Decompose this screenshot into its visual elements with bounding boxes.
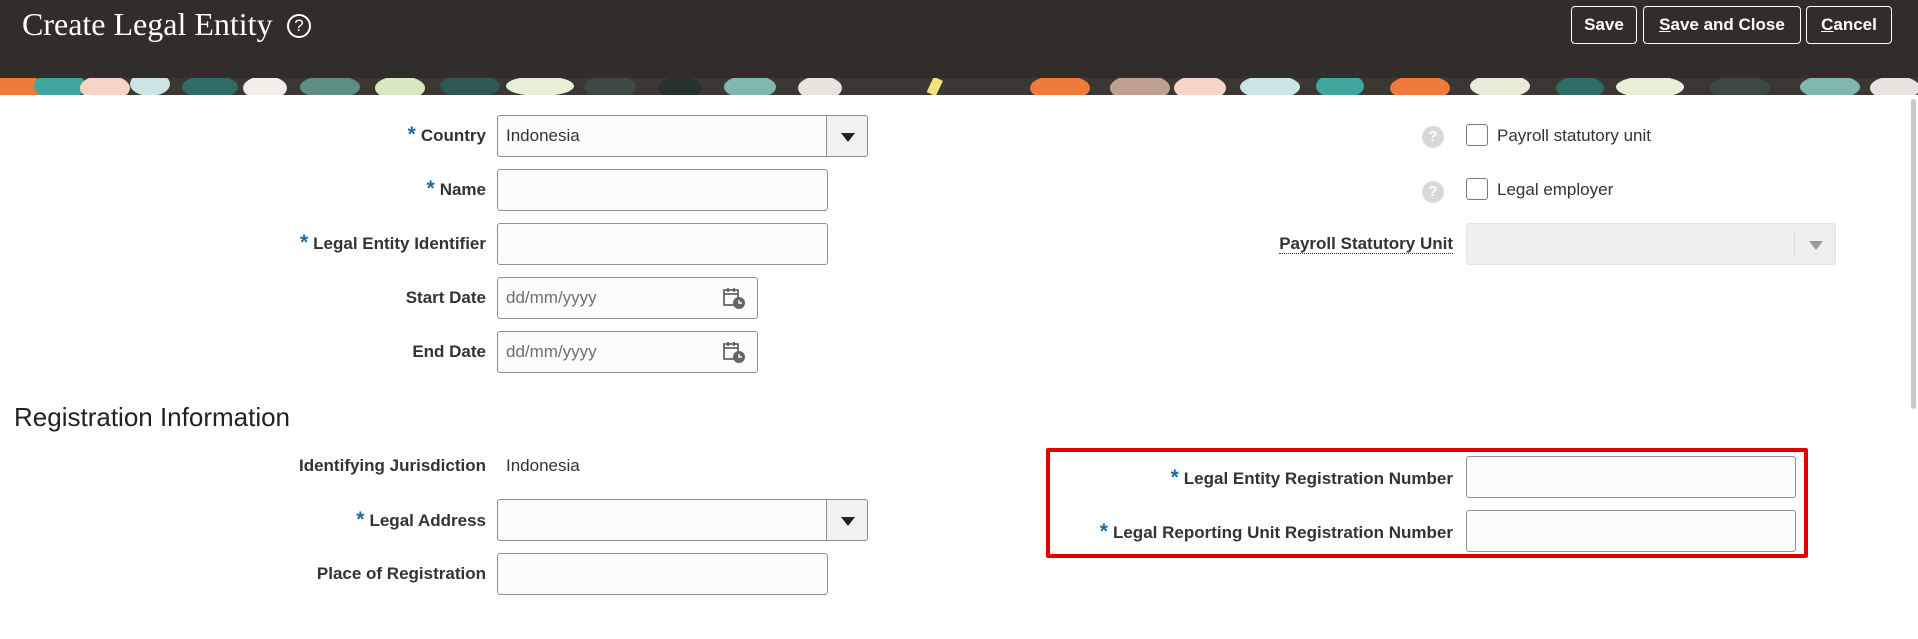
name-input[interactable] bbox=[497, 169, 828, 211]
required-marker: * bbox=[426, 177, 435, 200]
chevron-down-icon[interactable] bbox=[826, 499, 868, 541]
place-of-registration-label: Place of Registration bbox=[316, 564, 486, 583]
legal-entity-identifier-input[interactable] bbox=[497, 223, 828, 265]
legal-reporting-unit-registration-number-label-text: Legal Reporting Unit Registration Number bbox=[1112, 523, 1453, 542]
select-separator bbox=[1794, 230, 1795, 258]
place-of-registration-input[interactable] bbox=[497, 553, 828, 595]
help-icon[interactable]: ? bbox=[287, 14, 311, 38]
payroll-statutory-unit-checkbox-label: Payroll statutory unit bbox=[1497, 126, 1652, 145]
legal-employer-checkbox[interactable] bbox=[1466, 178, 1488, 200]
legal-entity-identifier-label-text: Legal Entity Identifier bbox=[313, 234, 486, 253]
decorative-banner bbox=[0, 78, 1918, 95]
legal-entity-registration-number-label-text: Legal Entity Registration Number bbox=[1183, 469, 1453, 488]
save-and-close-button[interactable]: Save and Close bbox=[1643, 6, 1801, 44]
banner-pattern bbox=[0, 78, 1918, 95]
legal-entity-identifier-label: * Legal Entity Identifier bbox=[300, 231, 486, 255]
save-and-close-label: ave and Close bbox=[1670, 15, 1785, 34]
page-header: Create Legal Entity ? Save Save and Clos… bbox=[0, 0, 1918, 78]
required-marker: * bbox=[407, 123, 416, 146]
save-button[interactable]: Save bbox=[1571, 6, 1637, 44]
calendar-icon[interactable] bbox=[722, 286, 746, 310]
payroll-statutory-unit-label: Payroll Statutory Unit bbox=[1279, 234, 1453, 254]
save-and-close-mnemonic: S bbox=[1659, 15, 1671, 34]
legal-entity-registration-number-input[interactable] bbox=[1466, 456, 1796, 498]
name-label: * Name bbox=[427, 177, 487, 201]
cancel-mnemonic: C bbox=[1821, 15, 1834, 34]
question-icon[interactable]: ? bbox=[1422, 126, 1444, 148]
legal-address-label-text: Legal Address bbox=[369, 511, 486, 530]
start-date-label: Start Date bbox=[405, 288, 486, 307]
required-marker: * bbox=[299, 231, 309, 254]
end-date-label: End Date bbox=[412, 342, 486, 361]
chevron-down-icon[interactable] bbox=[826, 115, 868, 157]
country-label: * Country bbox=[408, 123, 486, 147]
identifying-jurisdiction-label: Identifying Jurisdiction bbox=[298, 456, 486, 475]
scrollbar-thumb[interactable] bbox=[1911, 99, 1916, 409]
required-marker: * bbox=[1170, 466, 1179, 489]
legal-employer-checkbox-label: Legal employer bbox=[1497, 180, 1614, 199]
legal-reporting-unit-registration-number-input[interactable] bbox=[1466, 510, 1796, 552]
start-date-input[interactable]: dd/mm/yyyy bbox=[497, 277, 758, 319]
name-label-text: Name bbox=[439, 180, 486, 199]
cancel-button[interactable]: Cancel bbox=[1806, 6, 1892, 44]
legal-address-label: * Legal Address bbox=[356, 508, 486, 532]
payroll-statutory-unit-select bbox=[1466, 223, 1836, 265]
payroll-statutory-unit-label-text: Payroll Statutory Unit bbox=[1279, 234, 1453, 254]
identifying-jurisdiction-value: Indonesia bbox=[506, 456, 580, 475]
payroll-statutory-unit-checkbox[interactable] bbox=[1466, 124, 1488, 146]
legal-reporting-unit-registration-number-label: * Legal Reporting Unit Registration Numbe… bbox=[1100, 520, 1453, 544]
country-select[interactable]: Indonesia bbox=[497, 115, 829, 157]
calendar-icon[interactable] bbox=[722, 340, 746, 364]
required-marker: * bbox=[356, 508, 365, 531]
country-label-text: Country bbox=[420, 126, 486, 145]
required-marker: * bbox=[1099, 520, 1108, 543]
legal-address-select[interactable] bbox=[497, 499, 829, 541]
end-date-input[interactable]: dd/mm/yyyy bbox=[497, 331, 758, 373]
chevron-down-icon bbox=[1809, 241, 1823, 250]
page-title: Create Legal Entity bbox=[22, 6, 273, 42]
cancel-label: ancel bbox=[1833, 15, 1877, 34]
scrollbar[interactable] bbox=[1910, 95, 1918, 639]
question-icon[interactable]: ? bbox=[1422, 181, 1444, 203]
legal-entity-registration-number-label: * Legal Entity Registration Number bbox=[1171, 466, 1453, 490]
registration-section-title: Registration Information bbox=[14, 402, 291, 432]
